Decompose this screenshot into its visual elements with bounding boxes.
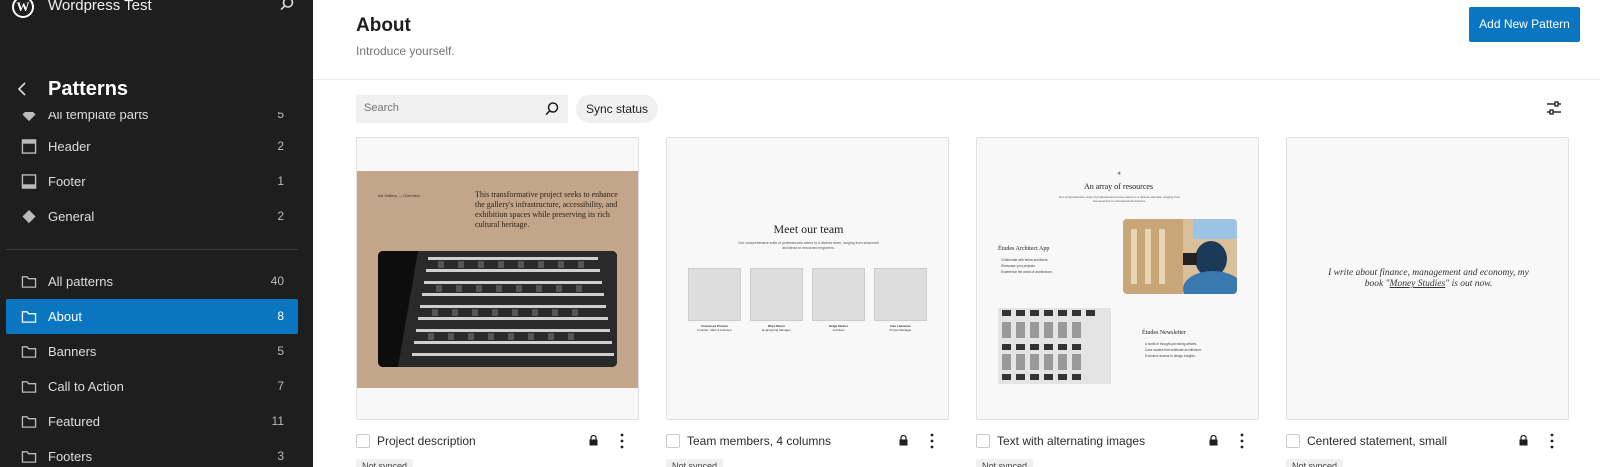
more-actions-icon[interactable] [1545, 432, 1559, 450]
pattern-card-footer: Text with alternating images [976, 432, 1259, 452]
team-member: Helga Steiner Architect [828, 324, 849, 332]
wordpress-logo-icon[interactable]: W [12, 0, 34, 18]
chevron-left-icon[interactable] [14, 80, 32, 98]
diamond-icon [22, 209, 36, 224]
lock-icon [589, 435, 598, 446]
team-member: Ivan Lawrence Project Manager [889, 324, 912, 332]
sidebar-item-header[interactable]: Header 2 [6, 129, 298, 164]
page-description: Introduce yourself. [356, 44, 455, 58]
pattern-card-footer: Centered statement, small [1286, 432, 1569, 452]
scroll-clip [0, 100, 313, 112]
team-photo-placeholder [750, 268, 803, 321]
folder-icon [21, 276, 37, 288]
more-actions-icon[interactable] [615, 432, 629, 450]
sidebar-item-banners[interactable]: Banners 5 [6, 334, 298, 369]
header-layout-icon [21, 139, 37, 154]
sidebar-divider [6, 249, 298, 250]
lock-icon [1519, 435, 1528, 446]
search-input[interactable]: Search [356, 95, 568, 123]
team-photo-placeholder [874, 268, 927, 321]
add-new-pattern-button[interactable]: Add New Pattern [1469, 7, 1580, 42]
sync-status-button[interactable]: Sync status [576, 95, 658, 123]
pattern-card-centered-statement[interactable]: I write about finance, management and ec… [1286, 137, 1569, 420]
folder-icon [21, 346, 37, 358]
sync-badge: Not synced [1286, 459, 1344, 467]
team-photo-placeholder [688, 268, 741, 321]
lock-icon [899, 435, 908, 446]
sync-badge: Not synced [666, 459, 724, 467]
select-checkbox[interactable] [1286, 434, 1300, 448]
sidebar-item-footers[interactable]: Footers 3 [6, 439, 298, 467]
pattern-card-team-members[interactable]: Meet our team Our comprehensive suite of… [666, 137, 949, 420]
site-header: W Wordpress Test [0, 0, 313, 26]
sync-badge: Not synced [356, 459, 414, 467]
select-checkbox[interactable] [356, 434, 370, 448]
sidebar-item-about[interactable]: About 8 [6, 299, 298, 334]
folder-icon [21, 311, 37, 323]
pattern-title[interactable]: Team members, 4 columns [687, 434, 831, 448]
statement-text: I write about finance, management and ec… [1328, 268, 1529, 289]
pattern-card-footer: Team members, 4 columns [666, 432, 949, 452]
sidebar-item-call-to-action[interactable]: Call to Action 7 [6, 369, 298, 404]
folder-icon [21, 451, 37, 463]
site-title[interactable]: Wordpress Test [48, 0, 152, 14]
pattern-card-text-alternating-images[interactable]: ✳ An array of resources Our comprehensiv… [976, 137, 1259, 420]
building-photo [998, 308, 1111, 384]
main-content: About Introduce yourself. Add New Patter… [313, 0, 1600, 467]
pattern-preview: Art Gallery — Overview This transformati… [357, 171, 638, 388]
team-member: Francesca Piovani Founder, CEO & Architec… [697, 324, 732, 332]
pattern-title[interactable]: Text with alternating images [997, 434, 1145, 448]
building-photo [378, 251, 617, 367]
view-options-icon[interactable] [1546, 100, 1562, 116]
sidebar-item-all-patterns[interactable]: All patterns 40 [6, 264, 298, 299]
team-member: Rhye Moore Engineering Manager [762, 324, 791, 332]
pattern-title[interactable]: Centered statement, small [1307, 434, 1447, 448]
lock-icon [1209, 435, 1218, 446]
sidebar: W Wordpress Test Patterns All template p… [0, 0, 313, 467]
sync-badge: Not synced [976, 459, 1034, 467]
sidebar-item-general[interactable]: General 2 [6, 199, 298, 234]
more-actions-icon[interactable] [1235, 432, 1249, 450]
folder-icon [21, 416, 37, 428]
more-actions-icon[interactable] [925, 432, 939, 450]
folder-icon [21, 381, 37, 393]
search-placeholder: Search [364, 102, 399, 114]
team-photo-placeholder [812, 268, 865, 321]
select-checkbox[interactable] [976, 434, 990, 448]
page-title: About [356, 15, 411, 36]
search-icon [545, 102, 559, 116]
building-image [378, 251, 617, 367]
search-icon[interactable] [279, 0, 295, 12]
header-divider [313, 79, 1600, 80]
person-photo [1123, 219, 1237, 294]
sidebar-item-footer[interactable]: Footer 1 [6, 164, 298, 199]
sidebar-item-featured[interactable]: Featured 11 [6, 404, 298, 439]
pattern-card-footer: Project description [356, 432, 639, 452]
footer-layout-icon [21, 174, 37, 189]
select-checkbox[interactable] [666, 434, 680, 448]
pattern-title[interactable]: Project description [377, 434, 476, 448]
pattern-card-project-description[interactable]: Art Gallery — Overview This transformati… [356, 137, 639, 420]
